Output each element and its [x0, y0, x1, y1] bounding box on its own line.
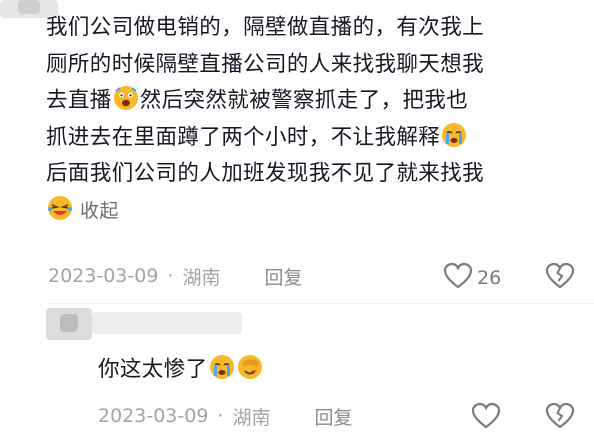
- reply-username-blurred: [92, 312, 242, 334]
- collapse-link[interactable]: 收起: [80, 200, 119, 222]
- comment-line-6: 收起: [46, 193, 586, 230]
- comment-date: 2023-03-09: [48, 265, 159, 287]
- dislike-button[interactable]: [545, 262, 575, 294]
- comment-divider: [46, 303, 594, 304]
- reply-location: 湖南: [232, 406, 271, 429]
- comment-line-3a: 去直播: [46, 88, 112, 113]
- comment-line-4a: 抓进去在里面蹲了两个小时，不让我解释: [46, 124, 441, 150]
- reply-text: 你这太惨了: [98, 352, 398, 389]
- reply-dislike-button[interactable]: [545, 402, 575, 434]
- reply-text-content: 你这太惨了: [98, 357, 208, 382]
- reply-username-blurred-2: [60, 314, 78, 332]
- comment-text: 我们公司做电销的，隔壁做直播的，有次我上 厕所的时候隔壁直播公司的人来找我聊天想…: [46, 10, 586, 229]
- reply-like-button[interactable]: [471, 402, 501, 434]
- reply-date: 2023-03-09: [98, 405, 209, 427]
- comment-line-1: 我们公司做电销的，隔壁做直播的，有次我上: [46, 15, 485, 40]
- reply-reply-button[interactable]: 回复: [314, 403, 352, 430]
- username-blurred-2: [18, 0, 40, 14]
- comment-line-3: 去直播 然后突然就被警察抓走了，把我也: [46, 83, 586, 120]
- like-count: 26: [477, 267, 502, 289]
- broken-heart-icon: [545, 402, 575, 434]
- crying-face-emoji: [209, 354, 235, 380]
- heart-icon: [443, 262, 473, 294]
- scared-face-emoji: [113, 85, 139, 111]
- comment-location: 湖南: [182, 266, 221, 289]
- comment-line-3b: 然后突然就被警察抓走了，把我也: [139, 88, 469, 113]
- reply-meta: 2023-03-09 · 湖南 回复: [98, 403, 353, 430]
- heart-icon: [471, 402, 501, 434]
- comment-line-4: 抓进去在里面蹲了两个小时，不让我解释: [46, 120, 586, 157]
- tearful-laugh-emoji: [47, 195, 73, 221]
- comment-line-5: 后面我们公司的人加班发现我不见了就来找我: [46, 161, 485, 186]
- crying-face-emoji: [441, 122, 467, 148]
- meta-separator: ·: [167, 265, 174, 287]
- broken-heart-icon: [545, 262, 575, 294]
- comment-line-2: 厕所的时候隔壁直播公司的人来找我聊天想我: [46, 51, 485, 77]
- comment-meta: 2023-03-09 · 湖南 回复: [48, 263, 303, 290]
- facepalm-emoji: [237, 354, 263, 380]
- reply-meta-separator: ·: [217, 405, 224, 427]
- reply-button[interactable]: 回复: [264, 263, 302, 290]
- like-button[interactable]: 26: [443, 262, 501, 294]
